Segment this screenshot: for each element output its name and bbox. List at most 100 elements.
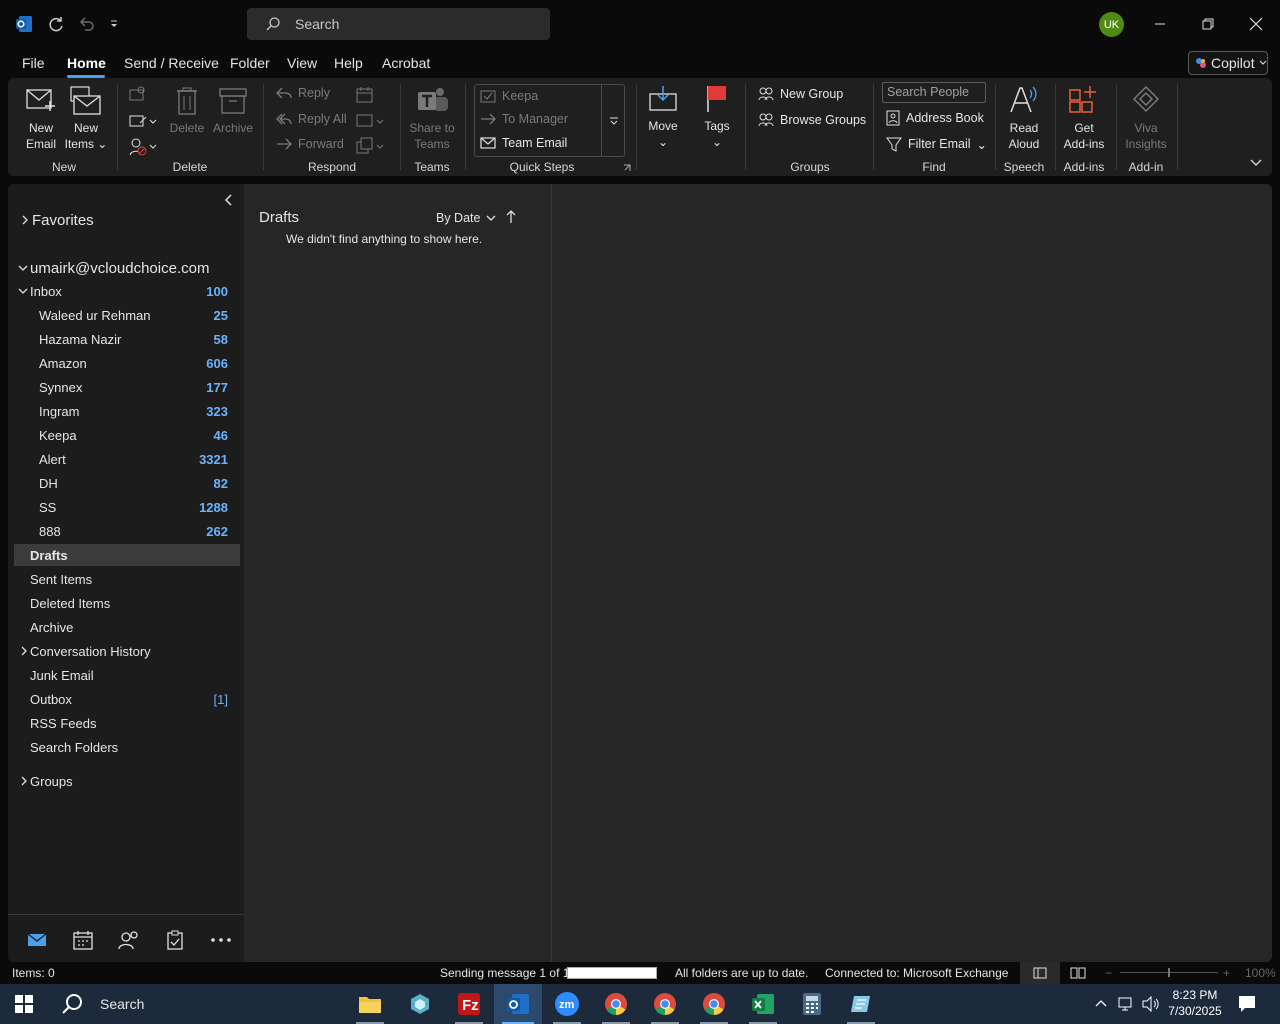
chrome-icon[interactable] [592,984,640,1024]
quick-step-keepa[interactable]: Keepa [480,88,538,104]
tab-home[interactable]: Home [67,55,106,71]
calculator-icon[interactable] [788,984,836,1024]
share-to-teams-button[interactable]: Share to Teams [404,120,460,152]
folder-archive[interactable]: Archive [14,616,240,638]
calendar-icon[interactable] [72,929,94,951]
account-header[interactable]: umairk@vcloudchoice.com [14,256,240,280]
meeting-reply-icon[interactable] [356,86,374,104]
excel-icon[interactable] [739,984,787,1024]
folder-drafts[interactable]: Drafts [14,544,240,566]
quick-step-team-email[interactable]: Team Email [480,136,567,150]
tab-view[interactable]: View [287,55,317,71]
folder-search-folders[interactable]: Search Folders [14,736,240,758]
clock[interactable]: 8:23 PM 7/30/2025 [1166,987,1224,1019]
tab-help[interactable]: Help [334,55,363,71]
tags-button[interactable]: Tags ⌄ [700,118,734,150]
folder-item[interactable]: Keepa 46 [14,424,240,446]
folder-inbox[interactable]: Inbox 100 [14,280,240,302]
taskbar-search[interactable]: Search [48,984,344,1024]
sort-direction-icon[interactable] [506,210,516,224]
outlook-taskbar-icon[interactable] [494,984,542,1024]
quick-steps-expand[interactable] [601,84,625,157]
folder-junk-email[interactable]: Junk Email [14,664,240,686]
file-explorer-icon[interactable] [346,984,394,1024]
avatar[interactable]: UK [1099,12,1124,37]
folder-conversation-history[interactable]: Conversation History [14,640,240,662]
folder-item[interactable]: Synnex 177 [14,376,240,398]
im-reply-icon[interactable] [356,112,386,130]
folder-outbox[interactable]: Outbox [1] [14,688,240,710]
viva-insights-button[interactable]: Viva Insights [1122,120,1170,152]
notification-icon[interactable] [1238,995,1256,1013]
reply-all-button[interactable]: Reply All [276,112,347,126]
archive-button[interactable]: Archive [210,120,256,136]
start-icon[interactable] [0,984,48,1024]
junk-icon[interactable] [128,137,158,157]
app-icon[interactable] [837,984,885,1024]
get-addins-button[interactable]: Get Add-ins [1060,120,1108,152]
folder-item[interactable]: SS 1288 [14,496,240,518]
copilot-button[interactable]: Copilot [1188,51,1268,75]
ignore-icon[interactable] [128,86,146,104]
volume-icon[interactable] [1142,996,1160,1012]
chrome-icon[interactable] [641,984,689,1024]
minimize-icon[interactable] [1148,12,1172,36]
folder-item[interactable]: Waleed ur Rehman 25 [14,304,240,326]
new-items-button[interactable]: New Items ⌄ [64,120,108,152]
mail-icon[interactable] [26,929,48,951]
folder-sent-items[interactable]: Sent Items [14,568,240,590]
browse-groups-button[interactable]: Browse Groups [758,112,866,128]
sync-icon[interactable] [44,12,68,36]
tasks-icon[interactable] [164,929,186,951]
close-icon[interactable] [1244,12,1268,36]
filezilla-icon[interactable]: Fz [445,984,493,1024]
tab-folder[interactable]: Folder [230,55,270,71]
collapse-pane-icon[interactable] [224,194,234,206]
folder-item[interactable]: DH 82 [14,472,240,494]
zoom-in-icon[interactable]: + [1223,966,1230,980]
reply-button[interactable]: Reply [276,86,330,100]
folder-item[interactable]: 888 262 [14,520,240,542]
folder-deleted-items[interactable]: Deleted Items [14,592,240,614]
tab-acrobat[interactable]: Acrobat [382,55,430,71]
normal-view-icon[interactable] [1020,962,1060,984]
chrome-icon[interactable] [690,984,738,1024]
people-icon[interactable] [118,929,140,951]
app-icon[interactable] [396,984,444,1024]
tab-send-receive[interactable]: Send / Receive [124,55,219,71]
ribbon-collapse-icon[interactable] [1250,158,1262,168]
dialog-launcher-icon[interactable] [623,164,631,172]
restore-icon[interactable] [1196,12,1220,36]
folder-rss-feeds[interactable]: RSS Feeds [14,712,240,734]
folder-item[interactable]: Ingram 323 [14,400,240,422]
chevron-up-icon[interactable] [1094,996,1108,1010]
zoom-slider-thumb[interactable] [1168,968,1170,977]
folder-item[interactable]: Amazon 606 [14,352,240,374]
zoom-out-icon[interactable]: − [1105,966,1112,980]
zoom-level[interactable]: 100% [1245,966,1276,980]
search-people-input[interactable]: Search People [882,82,986,103]
network-icon[interactable] [1118,996,1136,1012]
customize-toolbar-icon[interactable] [102,12,126,36]
favorites-header[interactable]: Favorites [14,208,240,232]
zoom-app-icon[interactable]: zm [543,984,591,1024]
groups-header[interactable]: Groups [14,770,240,792]
delete-button[interactable]: Delete [166,120,208,136]
more-respond-icon[interactable] [356,137,386,155]
folder-item[interactable]: Alert 3321 [14,448,240,470]
search-input[interactable]: Search [247,8,550,40]
new-email-button[interactable]: New Email [20,120,62,152]
read-aloud-button[interactable]: Read Aloud [1002,120,1046,152]
folder-item[interactable]: Hazama Nazir 58 [14,328,240,350]
move-button[interactable]: Move ⌄ [644,118,682,150]
tab-file[interactable]: File [22,55,45,71]
reading-view-icon[interactable] [1070,966,1086,980]
clean-up-icon[interactable] [128,112,158,130]
quick-step-to-manager[interactable]: To Manager [480,112,568,126]
new-group-button[interactable]: New Group [758,86,843,102]
undo-icon[interactable] [74,12,98,36]
forward-button[interactable]: Forward [276,137,344,151]
address-book-button[interactable]: Address Book [886,110,984,126]
filter-email-button[interactable]: Filter Email ⌄ [886,136,987,152]
more-apps-icon[interactable] [210,929,232,951]
